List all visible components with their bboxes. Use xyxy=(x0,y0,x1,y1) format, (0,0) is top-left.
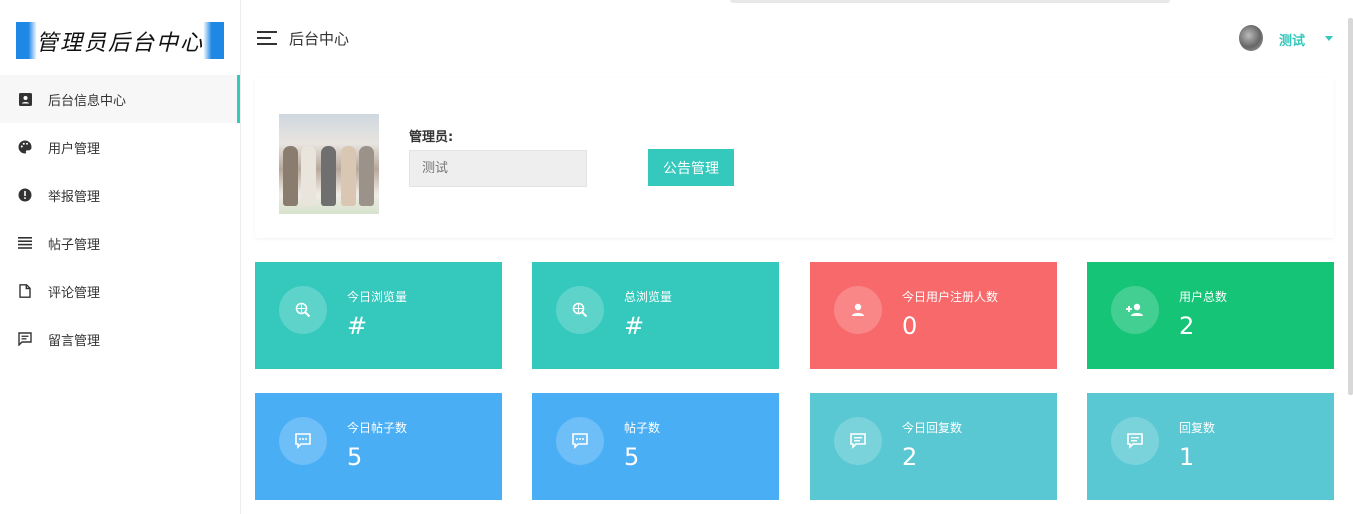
message-icon xyxy=(18,332,32,346)
sidebar-item-label: 举报管理 xyxy=(48,189,101,205)
stat-value: # xyxy=(624,312,645,340)
chevron-down-icon[interactable] xyxy=(1325,36,1333,41)
sidebar-item-comments[interactable]: 评论管理 xyxy=(0,267,240,315)
sidebar-item-label: 留言管理 xyxy=(48,333,101,349)
stat-card-total-users[interactable]: 用户总数 2 xyxy=(1087,262,1334,369)
document-icon xyxy=(18,284,32,298)
stat-label: 今日浏览量 xyxy=(347,290,408,304)
sidebar-item-users[interactable]: 用户管理 xyxy=(0,123,240,171)
stat-card-total-views[interactable]: 总浏览量 # xyxy=(532,262,779,369)
stat-value: 0 xyxy=(902,312,918,340)
notice-management-button[interactable]: 公告管理 xyxy=(648,149,734,186)
sidebar-menu: 后台信息中心 用户管理 举报管理 帖子管理 评论管理 留言管理 xyxy=(0,75,240,363)
stat-card-today-posts[interactable]: 今日帖子数 5 xyxy=(255,393,502,500)
stat-label: 今日用户注册人数 xyxy=(902,290,999,304)
id-card-icon xyxy=(18,92,32,106)
palette-icon xyxy=(18,140,32,154)
stat-value: 2 xyxy=(1179,312,1195,340)
user-name[interactable]: 测试 xyxy=(1279,30,1305,49)
globe-search-icon xyxy=(556,286,604,334)
sidebar-item-reports[interactable]: 举报管理 xyxy=(0,171,240,219)
profile-image xyxy=(279,114,379,214)
stat-card-total-posts[interactable]: 帖子数 5 xyxy=(532,393,779,500)
alert-circle-icon xyxy=(18,188,32,202)
avatar[interactable] xyxy=(1239,25,1263,51)
stat-label: 今日帖子数 xyxy=(347,421,408,435)
sidebar-item-label: 后台信息中心 xyxy=(48,93,127,109)
stat-value: # xyxy=(347,312,368,340)
admin-name-field[interactable] xyxy=(409,150,587,187)
stat-card-today-registrations[interactable]: 今日用户注册人数 0 xyxy=(810,262,1057,369)
add-person-icon xyxy=(1111,286,1159,334)
top-divider xyxy=(730,0,1170,3)
globe-search-icon xyxy=(279,286,327,334)
top-header: 后台中心 测试 xyxy=(241,6,1353,70)
stat-label: 用户总数 xyxy=(1179,290,1228,304)
chat-bubble-icon xyxy=(556,417,604,465)
sidebar-item-label: 评论管理 xyxy=(48,285,101,301)
admin-label: 管理员: xyxy=(409,130,454,145)
stat-value: 1 xyxy=(1179,443,1195,471)
sidebar-item-posts[interactable]: 帖子管理 xyxy=(0,219,240,267)
person-icon xyxy=(834,286,882,334)
page-title: 后台中心 xyxy=(289,30,350,48)
list-icon xyxy=(18,236,32,250)
admin-profile-panel: 管理员: 公告管理 xyxy=(255,78,1334,238)
stat-value: 5 xyxy=(624,443,640,471)
stat-value: 2 xyxy=(902,443,918,471)
stat-label: 帖子数 xyxy=(624,421,661,435)
stat-value: 5 xyxy=(347,443,363,471)
comment-icon xyxy=(834,417,882,465)
comment-icon xyxy=(1111,417,1159,465)
logo[interactable]: 管理员后台中心 xyxy=(16,22,224,59)
stat-card-total-replies[interactable]: 回复数 1 xyxy=(1087,393,1334,500)
stat-card-today-replies[interactable]: 今日回复数 2 xyxy=(810,393,1057,500)
menu-toggle-icon[interactable] xyxy=(257,31,277,45)
logo-text: 管理员后台中心 xyxy=(35,30,204,56)
stat-card-today-views[interactable]: 今日浏览量 # xyxy=(255,262,502,369)
sidebar-item-label: 用户管理 xyxy=(48,141,101,157)
sidebar-item-label: 帖子管理 xyxy=(48,237,101,253)
chat-bubble-icon xyxy=(279,417,327,465)
stat-label: 回复数 xyxy=(1179,421,1216,435)
stat-label: 今日回复数 xyxy=(902,421,963,435)
sidebar-item-dashboard[interactable]: 后台信息中心 xyxy=(0,75,240,123)
scrollbar[interactable] xyxy=(1348,18,1353,395)
sidebar-item-messages[interactable]: 留言管理 xyxy=(0,315,240,363)
stat-label: 总浏览量 xyxy=(624,290,673,304)
sidebar: 管理员后台中心 后台信息中心 用户管理 举报管理 帖子管理 评论管理 留言管理 xyxy=(0,0,241,514)
